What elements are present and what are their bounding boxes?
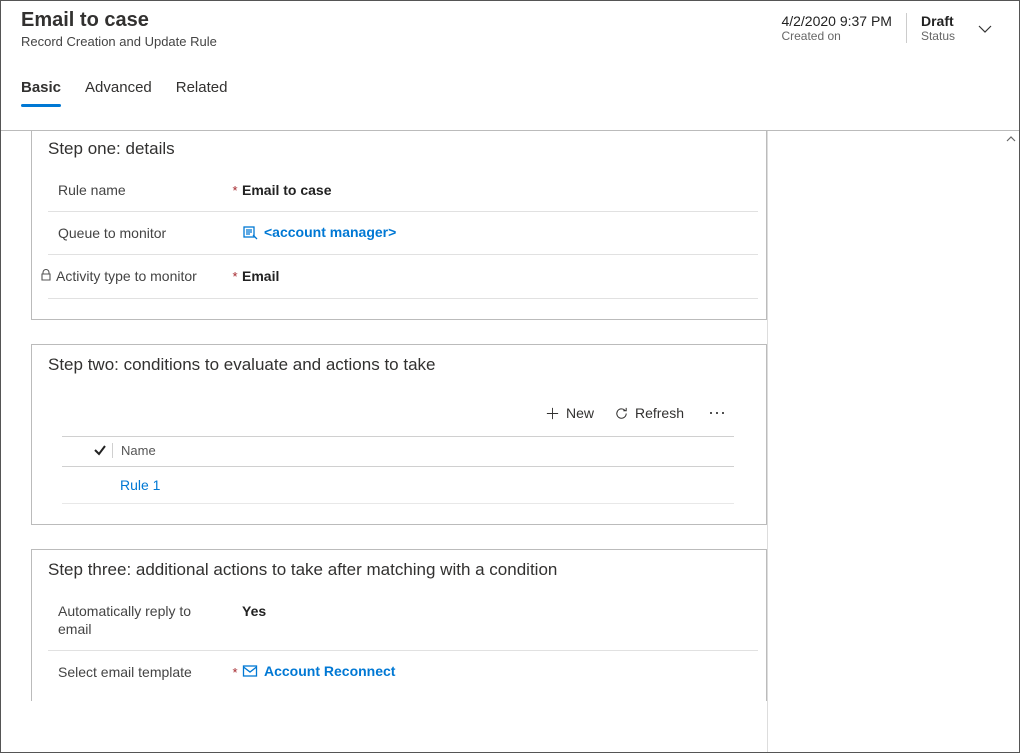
email-template-icon bbox=[242, 663, 258, 679]
new-button[interactable]: New bbox=[545, 403, 594, 424]
step-two-section: Step two: conditions to evaluate and act… bbox=[31, 344, 767, 525]
activity-type-value: Email bbox=[242, 267, 279, 284]
lock-icon bbox=[40, 267, 52, 285]
chevron-down-icon bbox=[977, 21, 993, 37]
side-panel bbox=[767, 131, 1019, 752]
grid-row[interactable]: Rule 1 bbox=[62, 467, 734, 504]
email-template-value: Account Reconnect bbox=[264, 663, 395, 679]
activity-type-label: Activity type to monitor bbox=[56, 267, 197, 285]
main-panel: Step one: details Rule name * Email to c… bbox=[1, 131, 767, 752]
field-activity-type[interactable]: Activity type to monitor * Email bbox=[48, 255, 758, 298]
status-value: Draft bbox=[921, 13, 955, 29]
field-email-template[interactable]: Select email template * Account Reconnec… bbox=[48, 651, 758, 693]
step-two-title: Step two: conditions to evaluate and act… bbox=[48, 355, 750, 375]
tab-basic[interactable]: Basic bbox=[21, 71, 61, 106]
form-window: Email to case Record Creation and Update… bbox=[0, 0, 1020, 753]
tab-advanced[interactable]: Advanced bbox=[85, 71, 152, 106]
grid-header: Name bbox=[62, 436, 734, 467]
step-three-section: Step three: additional actions to take a… bbox=[31, 549, 767, 702]
expand-header-button[interactable] bbox=[969, 13, 999, 40]
auto-reply-value: Yes bbox=[242, 602, 266, 619]
tab-list: Basic Advanced Related bbox=[21, 71, 999, 106]
page-title: Email to case bbox=[21, 9, 767, 32]
step-one-title: Step one: details bbox=[48, 139, 750, 159]
queue-label: Queue to monitor bbox=[58, 224, 166, 242]
plus-icon bbox=[545, 406, 560, 421]
field-queue-to-monitor[interactable]: Queue to monitor <account manager> bbox=[48, 212, 758, 255]
field-auto-reply[interactable]: Automatically reply to email Yes bbox=[48, 590, 758, 651]
rule-link[interactable]: Rule 1 bbox=[92, 477, 160, 493]
created-on-value: 4/2/2020 9:37 PM bbox=[781, 13, 892, 29]
created-on-label: Created on bbox=[781, 29, 892, 43]
entity-name: Record Creation and Update Rule bbox=[21, 34, 767, 49]
auto-reply-label: Automatically reply to email bbox=[58, 602, 228, 638]
step-one-section: Step one: details Rule name * Email to c… bbox=[31, 131, 767, 320]
queue-value: <account manager> bbox=[264, 224, 396, 240]
column-name[interactable]: Name bbox=[112, 443, 734, 458]
email-template-label: Select email template bbox=[58, 663, 192, 681]
rule-name-value: Email to case bbox=[242, 181, 332, 198]
caret-up-icon bbox=[1006, 134, 1016, 144]
scroll-up-button[interactable] bbox=[1003, 131, 1019, 147]
tab-related[interactable]: Related bbox=[176, 71, 228, 106]
required-indicator: * bbox=[228, 267, 242, 284]
required-indicator: * bbox=[228, 181, 242, 198]
rule-name-label: Rule name bbox=[58, 181, 126, 199]
select-all-checkbox[interactable] bbox=[88, 443, 112, 457]
status-label: Status bbox=[921, 29, 955, 43]
step-three-title: Step three: additional actions to take a… bbox=[48, 560, 750, 580]
form-header: Email to case Record Creation and Update… bbox=[1, 1, 1019, 131]
refresh-button[interactable]: Refresh bbox=[614, 403, 684, 424]
refresh-icon bbox=[614, 406, 629, 421]
required-indicator: * bbox=[228, 663, 242, 680]
queue-icon bbox=[242, 224, 258, 240]
checkmark-icon bbox=[93, 443, 107, 457]
vertical-scrollbar[interactable] bbox=[1003, 131, 1019, 752]
more-commands-button[interactable]: ⋯ bbox=[704, 403, 732, 424]
field-rule-name[interactable]: Rule name * Email to case bbox=[48, 169, 758, 212]
